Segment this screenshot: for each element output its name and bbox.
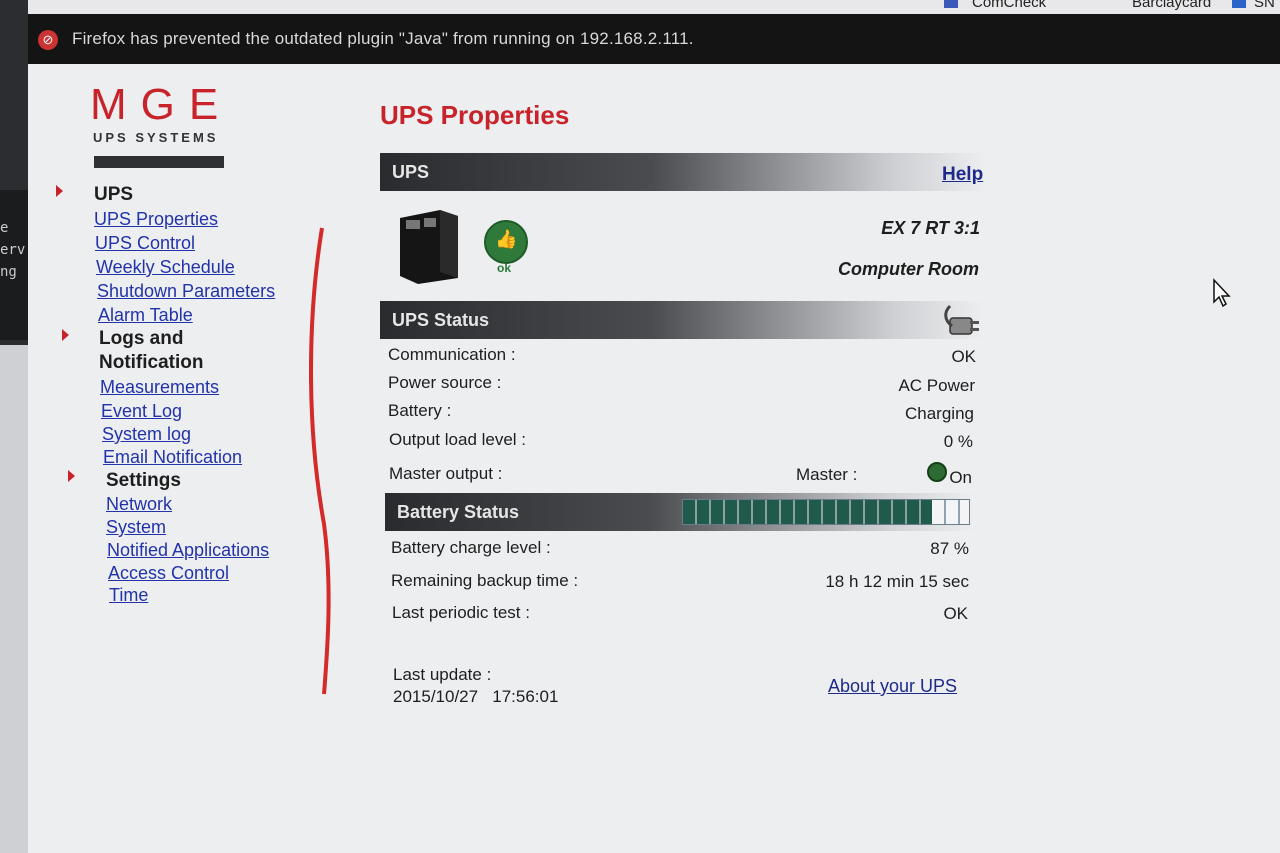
about-ups-link[interactable]: About your UPS: [828, 676, 957, 697]
section-marker-icon: [56, 185, 63, 197]
thumbs-up-icon: 👍: [495, 229, 518, 249]
backup-time-label: Remaining backup time :: [391, 571, 579, 590]
page-title: UPS Properties: [380, 100, 570, 130]
decorative-red-curve: [309, 227, 331, 695]
background-terminal: e erv ng: [0, 190, 30, 340]
section-marker-icon: [62, 329, 69, 341]
last-update-value: 2015/10/27 17:56:01: [393, 687, 559, 706]
terminal-line: e: [0, 220, 9, 236]
status-ok-icon: 👍: [484, 220, 528, 264]
nav-link-weekly-schedule[interactable]: Weekly Schedule: [96, 257, 235, 278]
nav-heading-ups: UPS: [94, 184, 134, 205]
power-plug-icon: [944, 304, 979, 335]
bookmark-item[interactable]: SN: [1254, 0, 1275, 11]
bookmark-icon: [944, 0, 958, 8]
nav-link-shutdown-parameters[interactable]: Shutdown Parameters: [97, 281, 275, 302]
battery-charge-value: 87 %: [930, 539, 969, 558]
battery-status-label: Battery Status: [397, 502, 520, 522]
notification-text: Firefox has prevented the outdated plugi…: [72, 29, 694, 48]
communication-value: OK: [951, 347, 976, 366]
nav-link-email-notification[interactable]: Email Notification: [103, 447, 242, 468]
master-output-label: Master output :: [389, 464, 503, 483]
terminal-line: ng: [0, 264, 17, 280]
nav-heading-logs-line1: Logs and: [99, 328, 184, 349]
status-ok-label: ok: [497, 261, 512, 275]
page-content: MGE UPS SYSTEMS UPS UPS Properties UPS C…: [28, 64, 1280, 853]
battery-charge-empty: [931, 500, 969, 524]
battery-state-label: Battery :: [388, 401, 452, 420]
blocked-plugin-icon[interactable]: ⊘: [38, 30, 58, 50]
nav-heading-logs-line2: Notification: [99, 352, 204, 373]
nav-link-ups-properties[interactable]: UPS Properties: [94, 209, 218, 230]
ups-section-label: UPS: [392, 162, 430, 182]
ups-status-label: UPS Status: [392, 310, 490, 330]
battery-charge-fill: [683, 500, 932, 524]
ups-status-header: UPS Status: [380, 301, 984, 339]
nav-link-network[interactable]: Network: [106, 494, 172, 515]
backup-time-value: 18 h 12 min 15 sec: [825, 572, 969, 591]
bookmark-icon: [1232, 0, 1246, 8]
nav-link-alarm-table[interactable]: Alarm Table: [98, 305, 193, 326]
periodic-test-value: OK: [943, 604, 968, 623]
ups-model: EX 7 RT 3:1: [881, 218, 980, 238]
bookmarks-toolbar: ComCheck Barclaycard SN: [28, 0, 1280, 14]
logo-bar: [94, 156, 224, 168]
nav-heading-settings: Settings: [106, 470, 181, 491]
power-source-value: AC Power: [898, 376, 975, 395]
master-on-icon: [927, 462, 947, 482]
ups-device-icon: [400, 210, 458, 284]
output-load-label: Output load level :: [389, 430, 527, 449]
nav-link-system-log[interactable]: System log: [102, 424, 191, 445]
battery-charge-bar: [682, 499, 970, 525]
power-source-label: Power source :: [388, 373, 502, 392]
nav-link-time[interactable]: Time: [109, 585, 148, 606]
nav-link-measurements[interactable]: Measurements: [100, 377, 219, 398]
output-load-value: 0 %: [943, 432, 973, 451]
nav-link-system[interactable]: System: [106, 517, 166, 538]
master-output-value: On: [949, 468, 972, 487]
master-label: Master :: [796, 465, 858, 484]
section-marker-icon: [68, 470, 75, 482]
logo-subtitle: UPS SYSTEMS: [93, 130, 219, 145]
plugin-notification-bar[interactable]: ⊘ Firefox has prevented the outdated plu…: [28, 14, 1280, 64]
help-link[interactable]: Help: [942, 164, 983, 186]
terminal-line: erv: [0, 242, 26, 258]
nav-link-notified-applications[interactable]: Notified Applications: [107, 540, 269, 561]
last-update-label: Last update :: [393, 665, 492, 684]
ups-section-header: UPS: [380, 153, 986, 191]
battery-state-value: Charging: [905, 404, 974, 423]
periodic-test-label: Last periodic test :: [392, 603, 530, 622]
nav-link-event-log[interactable]: Event Log: [101, 401, 182, 422]
mge-logo: MGE: [90, 80, 233, 129]
nav-link-ups-control[interactable]: UPS Control: [95, 233, 195, 254]
bookmark-item[interactable]: Barclaycard: [1132, 0, 1211, 11]
ups-location: Computer Room: [838, 259, 979, 279]
communication-label: Communication :: [388, 345, 516, 364]
mouse-cursor-icon: [1213, 278, 1231, 308]
battery-charge-label: Battery charge level :: [391, 538, 551, 557]
nav-link-access-control[interactable]: Access Control: [108, 563, 229, 584]
bookmark-item[interactable]: ComCheck: [972, 0, 1046, 11]
